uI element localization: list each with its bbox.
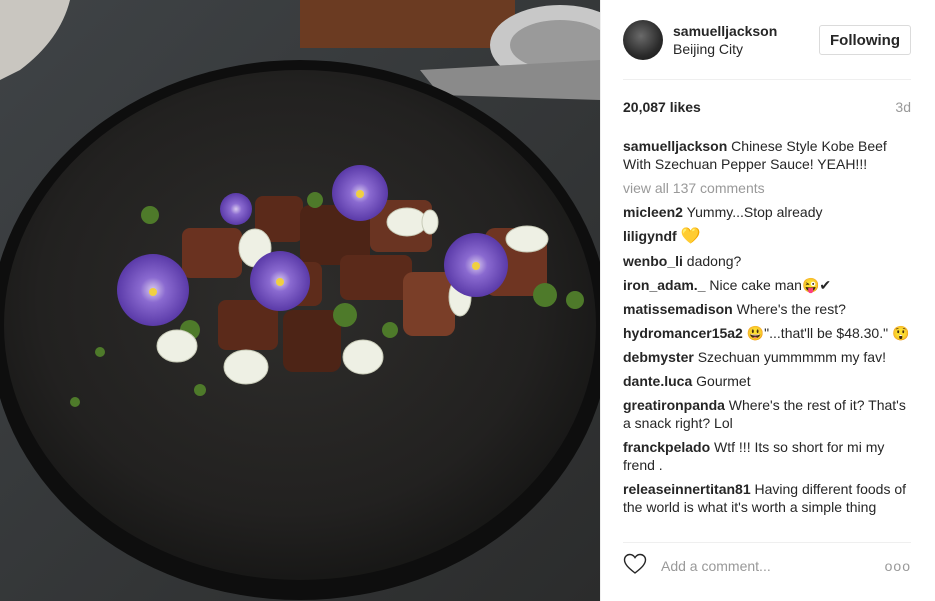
comment-username[interactable]: hydromancer15a2	[623, 325, 743, 341]
avatar[interactable]	[623, 20, 663, 60]
comment-username[interactable]: matissemadison	[623, 301, 733, 317]
comment-text: dadong?	[686, 253, 742, 269]
divider	[623, 79, 911, 80]
comment-text: Nice cake man😜✔	[709, 277, 832, 293]
add-comment-row: ooo	[623, 553, 911, 579]
author-username[interactable]: samuelljackson	[673, 22, 777, 40]
caption-username[interactable]: samuelljackson	[623, 138, 727, 154]
author-info: samuelljackson Beijing City	[673, 22, 777, 58]
comment-item: greatironpanda Where's the rest of it? T…	[623, 396, 915, 432]
likes-row: 20,087 likes 3d	[623, 99, 911, 115]
comment-username[interactable]: releaseinnertitan81	[623, 481, 751, 497]
comment-item: wenbo_li dadong?	[623, 252, 915, 270]
comment-item: franckpelado Wtf !!! Its so short for mi…	[623, 438, 915, 474]
post-location[interactable]: Beijing City	[673, 40, 777, 58]
comments-list[interactable]: samuelljackson Chinese Style Kobe Beef W…	[623, 137, 915, 531]
comment-item: micleen2 Yummy...Stop already	[623, 203, 915, 221]
food-photo-illustration	[0, 0, 600, 601]
comment-username[interactable]: liligyndf	[623, 228, 677, 244]
comment-username[interactable]: wenbo_li	[623, 253, 683, 269]
comment-text: 😃"...that'll be $48.30." 😲	[746, 325, 910, 341]
comment-username[interactable]: debmyster	[623, 349, 694, 365]
comment-text: Szechuan yummmmm my fav!	[697, 349, 886, 365]
post-photo[interactable]	[0, 0, 600, 601]
comment-username[interactable]: franckpelado	[623, 439, 710, 455]
comment-username[interactable]: micleen2	[623, 204, 683, 220]
comment-item: debmyster Szechuan yummmmm my fav!	[623, 348, 915, 366]
comment-text: 💛	[680, 228, 701, 245]
more-options-icon[interactable]: ooo	[885, 558, 911, 574]
comment-item: iron_adam._ Nice cake man😜✔	[623, 276, 915, 294]
caption: samuelljackson Chinese Style Kobe Beef W…	[623, 137, 915, 173]
comment-item: liligyndf 💛	[623, 227, 915, 246]
comment-text: Yummy...Stop already	[686, 204, 823, 220]
post-age[interactable]: 3d	[895, 99, 911, 115]
divider	[623, 542, 911, 543]
comment-text: Where's the rest?	[736, 301, 846, 317]
likes-count[interactable]: 20,087 likes	[623, 99, 701, 115]
comment-item: releaseinnertitan81 Having different foo…	[623, 480, 915, 516]
add-comment-input[interactable]	[659, 557, 883, 575]
post-sidebar: samuelljackson Beijing City Following 20…	[600, 0, 935, 601]
comment-item: dante.luca Gourmet	[623, 372, 915, 390]
comment-username[interactable]: greatironpanda	[623, 397, 725, 413]
comment-text: Gourmet	[696, 373, 751, 389]
comment-item: hydromancer15a2 😃"...that'll be $48.30."…	[623, 324, 915, 342]
instagram-post: samuelljackson Beijing City Following 20…	[0, 0, 935, 601]
comment-username[interactable]: dante.luca	[623, 373, 692, 389]
following-button[interactable]: Following	[819, 25, 911, 55]
view-all-comments-link[interactable]: view all 137 comments	[623, 179, 915, 197]
comment-item: matissemadison Where's the rest?	[623, 300, 915, 318]
post-header: samuelljackson Beijing City Following	[623, 18, 911, 62]
heart-outline-icon[interactable]	[623, 553, 647, 580]
comment-username[interactable]: iron_adam._	[623, 277, 705, 293]
